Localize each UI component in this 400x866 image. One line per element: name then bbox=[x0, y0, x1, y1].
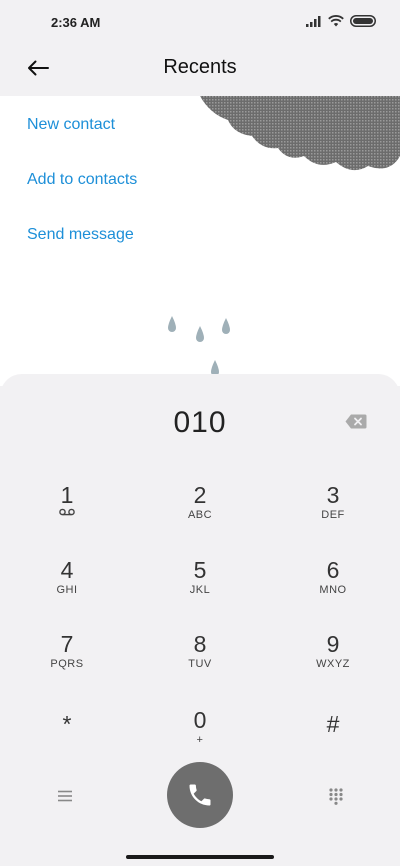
key-letters: + bbox=[196, 734, 204, 746]
key-digit: 8 bbox=[193, 631, 207, 657]
home-indicator[interactable] bbox=[126, 855, 274, 859]
dial-key-hash[interactable]: # bbox=[278, 711, 388, 767]
dial-key-1[interactable]: 1 bbox=[12, 482, 122, 538]
battery-icon bbox=[350, 15, 376, 27]
key-letters: GHI bbox=[56, 584, 78, 596]
phone-icon bbox=[189, 784, 211, 806]
key-digit: 9 bbox=[326, 631, 340, 657]
key-letters: ABC bbox=[187, 509, 213, 521]
key-digit: 2 bbox=[193, 482, 207, 508]
wifi-icon bbox=[328, 15, 344, 27]
signal-icon bbox=[306, 15, 321, 27]
status-bar: 2:36 AM bbox=[0, 0, 400, 44]
phone-screen: 2:36 AM Recents New contact Add to conta… bbox=[0, 0, 400, 866]
backspace-button[interactable] bbox=[345, 414, 367, 434]
key-digit: 3 bbox=[326, 482, 340, 508]
add-to-contacts-link[interactable]: Add to contacts bbox=[27, 171, 137, 189]
key-digit: 0 bbox=[193, 707, 207, 733]
dialer-panel: 010 1 2 ABC 3 DEF 4 GHI 5 JKL 6 MNO 7 PQ… bbox=[0, 374, 400, 866]
key-digit: # bbox=[326, 711, 340, 737]
key-digit: 1 bbox=[60, 482, 74, 508]
new-contact-link[interactable]: New contact bbox=[27, 116, 115, 134]
dial-key-4[interactable]: 4 GHI bbox=[12, 557, 122, 613]
dial-key-star[interactable]: * bbox=[12, 711, 122, 767]
cloud-illustration bbox=[200, 96, 400, 171]
voicemail-icon bbox=[59, 508, 75, 516]
dialed-number[interactable]: 010 bbox=[0, 406, 400, 440]
key-letters: TUV bbox=[188, 658, 212, 670]
keypad-toggle-button[interactable] bbox=[322, 782, 350, 810]
raindrops-illustration bbox=[168, 316, 230, 374]
key-letters: DEF bbox=[321, 509, 345, 521]
dialpad-icon bbox=[329, 788, 343, 805]
backspace-icon bbox=[345, 414, 367, 429]
dial-key-5[interactable]: 5 JKL bbox=[145, 557, 255, 613]
key-letters: JKL bbox=[189, 584, 211, 596]
dial-key-2[interactable]: 2 ABC bbox=[145, 482, 255, 538]
status-icons bbox=[306, 15, 376, 27]
menu-icon bbox=[58, 790, 72, 802]
dial-key-9[interactable]: 9 WXYZ bbox=[278, 631, 388, 687]
content-area: New contact Add to contacts Send message bbox=[0, 96, 400, 386]
send-message-link[interactable]: Send message bbox=[27, 226, 134, 244]
key-letters: WXYZ bbox=[316, 658, 350, 670]
call-button[interactable] bbox=[167, 762, 233, 828]
key-letters: MNO bbox=[319, 584, 347, 596]
menu-button[interactable] bbox=[50, 784, 80, 808]
page-title: Recents bbox=[163, 56, 237, 78]
key-letters: PQRS bbox=[50, 658, 84, 670]
dial-key-0[interactable]: 0 + bbox=[145, 707, 255, 763]
key-digit: 7 bbox=[60, 631, 74, 657]
key-digit: 6 bbox=[326, 557, 340, 583]
key-digit: * bbox=[62, 711, 72, 737]
dial-key-6[interactable]: 6 MNO bbox=[278, 557, 388, 613]
dial-key-8[interactable]: 8 TUV bbox=[145, 631, 255, 687]
key-digit: 5 bbox=[193, 557, 207, 583]
dial-key-7[interactable]: 7 PQRS bbox=[12, 631, 122, 687]
app-header: Recents bbox=[0, 44, 400, 96]
key-digit: 4 bbox=[60, 557, 74, 583]
status-time: 2:36 AM bbox=[51, 15, 101, 30]
dial-key-3[interactable]: 3 DEF bbox=[278, 482, 388, 538]
